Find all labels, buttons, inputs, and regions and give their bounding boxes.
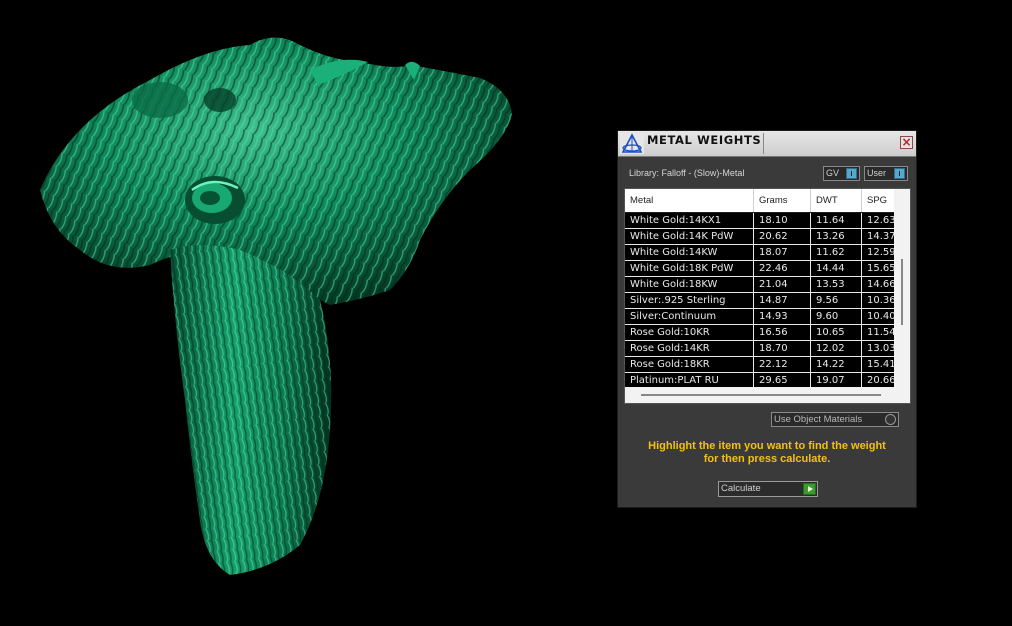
cell-grams: 14.87 [754, 293, 811, 308]
library-label: Library: Falloff - (Slow)-Metal [629, 168, 745, 178]
column-header-spg[interactable]: SPG [862, 189, 895, 212]
cell-spg: 15.41 [867, 359, 895, 370]
use-object-materials-label: Use Object Materials [774, 414, 863, 425]
table-row[interactable]: Rose Gold:14KR 18.70 12.02 13.03 [625, 341, 895, 357]
calculate-button[interactable]: Calculate [718, 481, 818, 497]
cell-spg: 14.37 [867, 231, 895, 242]
cell-spg: 13.03 [867, 343, 895, 354]
table-row[interactable]: Rose Gold:18KR 22.12 14.22 15.41 [625, 357, 895, 373]
cell-metal: White Gold:18K PdW [625, 261, 754, 276]
app-logo-icon [620, 132, 644, 154]
cell-dwt: 14.22 [811, 357, 862, 372]
vertical-scrollbar[interactable] [894, 189, 910, 403]
table-row[interactable]: Rose Gold:10KR 16.56 10.65 11.54 [625, 325, 895, 341]
cell-dwt: 14.44 [811, 261, 862, 276]
close-button[interactable]: × [900, 136, 913, 149]
cell-spg: 20.66 [867, 375, 895, 386]
use-object-materials-option[interactable]: Use Object Materials [771, 412, 899, 427]
cell-dwt: 12.02 [811, 341, 862, 356]
cell-dwt: 13.26 [811, 229, 862, 244]
column-header-metal[interactable]: Metal [625, 189, 754, 212]
cell-dwt: 19.07 [811, 373, 862, 388]
user-toggle[interactable]: User [864, 166, 908, 181]
table-row[interactable]: Silver:.925 Sterling 14.87 9.56 10.36 [625, 293, 895, 309]
cell-metal: White Gold:14KW [625, 245, 754, 260]
panel-title: METAL WEIGHTS [647, 133, 762, 147]
metal-table: Metal Grams DWT SPG White Gold:14KX1 18.1… [624, 188, 911, 404]
table-row[interactable]: White Gold:14KW 18.07 11.62 12.59 [625, 245, 895, 261]
cell-grams: 22.12 [754, 357, 811, 372]
cell-grams: 22.46 [754, 261, 811, 276]
cell-grams: 21.04 [754, 277, 811, 292]
cell-metal: Rose Gold:10KR [625, 325, 754, 340]
cell-dwt: 10.65 [811, 325, 862, 340]
gv-toggle-knob-icon [846, 168, 857, 179]
table-row[interactable]: Silver:Continuum 14.93 9.60 10.40 [625, 309, 895, 325]
cell-grams: 16.56 [754, 325, 811, 340]
cell-grams: 18.07 [754, 245, 811, 260]
metal-weights-panel: METAL WEIGHTS × Library: Falloff - (Slow… [617, 130, 917, 508]
title-divider [763, 133, 764, 154]
cell-dwt: 13.53 [811, 277, 862, 292]
table-row[interactable]: White Gold:18K PdW 22.46 14.44 15.65 [625, 261, 895, 277]
vertical-scroll-thumb[interactable] [901, 259, 903, 325]
cell-grams: 29.65 [754, 373, 811, 388]
cell-spg: 15.65 [867, 263, 895, 274]
column-header-dwt[interactable]: DWT [811, 189, 862, 212]
cell-spg: 12.59 [867, 247, 895, 258]
cell-spg: 10.40 [867, 311, 895, 322]
cell-metal: Silver:Continuum [625, 309, 754, 324]
cell-metal: White Gold:14KX1 [625, 213, 754, 228]
cell-dwt: 9.60 [811, 309, 862, 324]
instruction-line-2: for then press calculate. [703, 453, 831, 465]
calculate-label: Calculate [721, 483, 761, 494]
table-header: Metal Grams DWT SPG [625, 189, 895, 212]
gv-toggle[interactable]: GV [823, 166, 860, 181]
cell-spg: 14.66 [867, 279, 895, 290]
cell-dwt: 11.64 [811, 213, 862, 228]
horizontal-scroll-thumb[interactable] [641, 394, 881, 396]
column-header-grams[interactable]: Grams [754, 189, 811, 212]
cell-grams: 18.10 [754, 213, 811, 228]
horizontal-scrollbar[interactable] [625, 387, 910, 403]
cell-spg: 12.63 [867, 215, 895, 226]
cell-grams: 14.93 [754, 309, 811, 324]
cell-metal: Rose Gold:18KR [625, 357, 754, 372]
cell-metal: White Gold:14K PdW [625, 229, 754, 244]
cell-dwt: 11.62 [811, 245, 862, 260]
table-row[interactable]: White Gold:14KX1 18.10 11.64 12.63 [625, 213, 895, 229]
gv-toggle-label: GV [826, 168, 840, 178]
user-toggle-knob-icon [894, 168, 905, 179]
cell-metal: Silver:.925 Sterling [625, 293, 754, 308]
cell-grams: 20.62 [754, 229, 811, 244]
cell-metal: Rose Gold:14KR [625, 341, 754, 356]
user-toggle-label: User [867, 168, 887, 178]
instructions-text: Highlight the item you want to find the … [618, 440, 916, 466]
cell-dwt: 9.56 [811, 293, 862, 308]
table-row[interactable]: White Gold:18KW 21.04 13.53 14.66 [625, 277, 895, 293]
cell-spg: 10.36 [867, 295, 895, 306]
ring-model [40, 37, 512, 575]
radio-icon[interactable] [885, 414, 896, 425]
cell-spg: 11.54 [867, 327, 895, 338]
3d-viewport[interactable] [0, 0, 600, 626]
play-icon [803, 483, 816, 495]
panel-titlebar[interactable]: METAL WEIGHTS × [618, 131, 916, 157]
cell-grams: 18.70 [754, 341, 811, 356]
instruction-line-1: Highlight the item you want to find the … [648, 440, 886, 452]
table-body: White Gold:14KX1 18.10 11.64 12.63 White Gol… [625, 213, 895, 389]
cell-metal: White Gold:18KW [625, 277, 754, 292]
cell-metal: Platinum:PLAT RU [625, 373, 754, 388]
table-row[interactable]: White Gold:14K PdW 20.62 13.26 14.37 [625, 229, 895, 245]
